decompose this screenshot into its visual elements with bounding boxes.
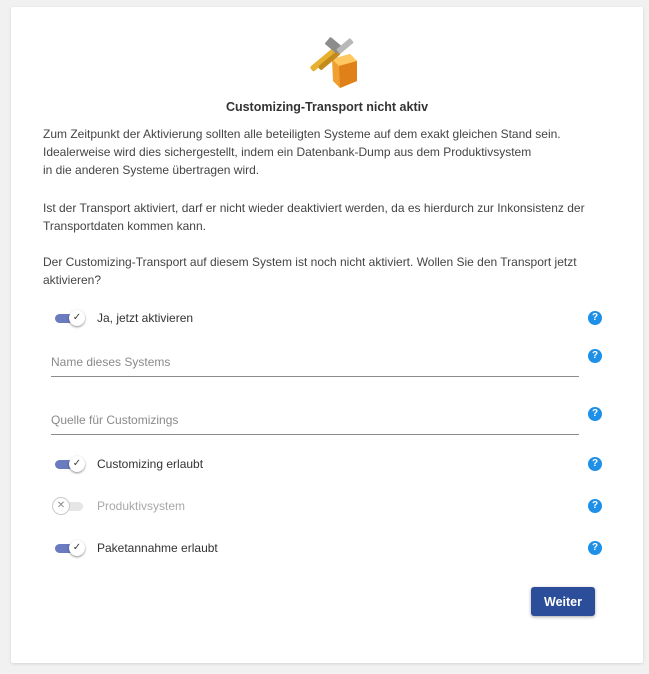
customizing-row: ✓ Customizing erlaubt [53, 452, 605, 476]
help-icon[interactable]: ? [588, 311, 602, 325]
check-icon: ✓ [69, 456, 85, 472]
activate-row: ✓ Ja, jetzt aktivieren [53, 306, 605, 330]
next-button[interactable]: Weiter [531, 587, 595, 616]
customizing-label: Customizing erlaubt [97, 457, 204, 471]
warning-paragraph: Ist der Transport aktiviert, darf er nic… [43, 201, 585, 233]
intro-paragraph: Zum Zeitpunkt der Aktivierung sollten al… [43, 127, 561, 177]
hammer-box-icon [310, 37, 357, 88]
help-icon[interactable]: ? [588, 407, 602, 421]
package-label: Paketannahme erlaubt [97, 541, 218, 555]
help-icon[interactable]: ? [588, 457, 602, 471]
system-name-input[interactable] [51, 348, 579, 377]
question-paragraph: Der Customizing-Transport auf diesem Sys… [43, 255, 577, 287]
check-icon: ✓ [69, 540, 85, 556]
package-toggle[interactable]: ✓ [53, 540, 85, 556]
cross-icon: ✕ [53, 498, 69, 514]
customizing-toggle[interactable]: ✓ [53, 456, 85, 472]
production-row: ✕ Produktivsystem [53, 494, 605, 518]
production-toggle[interactable]: ✕ [53, 498, 85, 514]
customizing-source-field-wrapper [51, 406, 579, 436]
setup-dialog: Customizing-Transport nicht aktiv Zum Ze… [11, 7, 643, 663]
production-label: Produktivsystem [97, 499, 186, 513]
activate-toggle[interactable]: ✓ [53, 310, 85, 326]
system-name-field-wrapper [51, 348, 579, 378]
customizing-source-input[interactable] [51, 406, 579, 435]
help-icon[interactable]: ? [588, 499, 602, 513]
activate-label: Ja, jetzt aktivieren [97, 311, 194, 325]
dialog-title: Customizing-Transport nicht aktiv [225, 100, 429, 114]
check-icon: ✓ [69, 310, 85, 326]
package-row: ✓ Paketannahme erlaubt [53, 536, 605, 560]
help-icon[interactable]: ? [588, 541, 602, 555]
help-icon[interactable]: ? [588, 349, 602, 363]
